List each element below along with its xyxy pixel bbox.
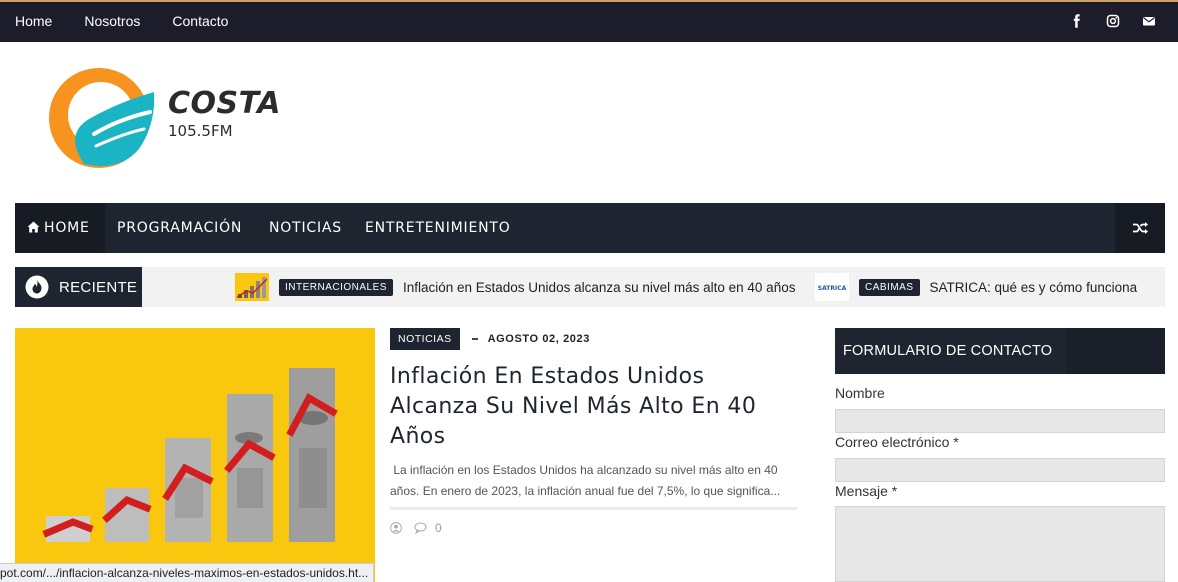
random-post-button[interactable] (1115, 203, 1165, 253)
nav-item-programacion[interactable]: PROGRAMACIÓN (117, 203, 242, 253)
ticker-category-badge[interactable]: INTERNACIONALES (279, 278, 393, 296)
title-accent (1067, 328, 1165, 374)
excerpt-line: años. En enero de 2023, la inflación anu… (390, 484, 781, 498)
recent-ticker: RECIENTE INTERNACIONALES Inflación en Es… (15, 267, 1165, 307)
excerpt-line: La inflación en los Estados Unidos ha al… (390, 463, 778, 477)
facebook-icon[interactable] (1070, 14, 1084, 28)
comment-count[interactable]: 0 (435, 521, 442, 535)
nav-item-noticias[interactable]: NOTICIAS (269, 203, 342, 253)
flame-icon (25, 275, 49, 299)
ticker-category-badge[interactable]: CABIMAS (859, 278, 920, 296)
ticker-title[interactable]: Inflación en Estados Unidos alcanza su n… (403, 280, 796, 295)
article-headline[interactable]: Inflación En Estados Unidos Alcanza Su N… (390, 362, 800, 452)
article-featured-image[interactable] (15, 328, 375, 582)
nav-item-entretenimiento[interactable]: ENTRETENIMIENTO (365, 203, 511, 253)
name-input[interactable] (835, 409, 1165, 433)
headline-line[interactable]: Alcanza Su Nivel Más Alto En 40 (390, 392, 800, 422)
ticker-item[interactable]: SATRICA CABIMAS SATRICA: qué es y cómo f… (815, 272, 1137, 302)
top-link-contacto[interactable]: Contacto (172, 13, 228, 29)
comment-icon[interactable] (414, 522, 427, 534)
article-stats: 0 (390, 521, 442, 535)
shuffle-icon (1132, 222, 1148, 234)
site-logo[interactable]: COSTA 105.5FM (44, 64, 304, 174)
main-nav: HOME PROGRAMACIÓN NOTICIAS ENTRETENIMIEN… (15, 203, 1165, 253)
nav-item-home[interactable]: HOME (15, 203, 105, 253)
headline-line[interactable]: Años (390, 422, 800, 452)
ticker-title[interactable]: SATRICA: qué es y cómo funciona (930, 280, 1138, 295)
inflation-chart-illustration (15, 328, 375, 582)
message-textarea[interactable] (835, 506, 1165, 582)
chart-thumbnail-image (235, 273, 269, 301)
article-excerpt: La inflación en los Estados Unidos ha al… (390, 460, 790, 502)
article-meta: NOTICIAS AGOSTO 02, 2023 (390, 328, 590, 350)
email-input[interactable] (835, 458, 1165, 482)
headline-line[interactable]: Inflación En Estados Unidos (390, 362, 800, 392)
nav-label-home: HOME (44, 220, 90, 236)
instagram-icon[interactable] (1106, 14, 1120, 28)
contact-form-title: FORMULARIO DE CONTACTO (835, 328, 1165, 374)
logo-frequency: 105.5FM (168, 122, 233, 140)
logo-wordmark: COSTA (168, 86, 281, 121)
date-dash-icon (471, 338, 478, 340)
name-label: Nombre (835, 385, 885, 401)
social-links (1070, 14, 1156, 28)
browser-status-url: pot.com/.../inflacion-alcanza-niveles-ma… (0, 563, 375, 582)
article-category-badge[interactable]: NOTICIAS (390, 328, 460, 350)
message-label: Mensaje * (835, 483, 898, 499)
ticker-item[interactable]: INTERNACIONALES Inflación en Estados Uni… (235, 272, 795, 302)
top-links: Home Nosotros Contacto (15, 13, 228, 29)
home-icon (27, 221, 40, 233)
top-link-nosotros[interactable]: Nosotros (84, 13, 140, 29)
contact-form-title-text: FORMULARIO DE CONTACTO (843, 343, 1053, 359)
ticker-label: RECIENTE (15, 267, 142, 307)
ticker-label-text: RECIENTE (59, 278, 138, 296)
top-bar: Home Nosotros Contacto (0, 0, 1178, 42)
satrica-thumbnail-image: SATRICA (815, 273, 849, 301)
logo-mark-icon (49, 68, 155, 168)
mail-icon[interactable] (1142, 14, 1156, 28)
top-link-home[interactable]: Home (15, 13, 52, 29)
article-divider (390, 507, 797, 510)
article-date: AGOSTO 02, 2023 (487, 333, 590, 345)
thumbnail-text: SATRICA (818, 285, 847, 292)
author-icon[interactable] (390, 522, 402, 534)
email-label: Correo electrónico * (835, 434, 959, 450)
